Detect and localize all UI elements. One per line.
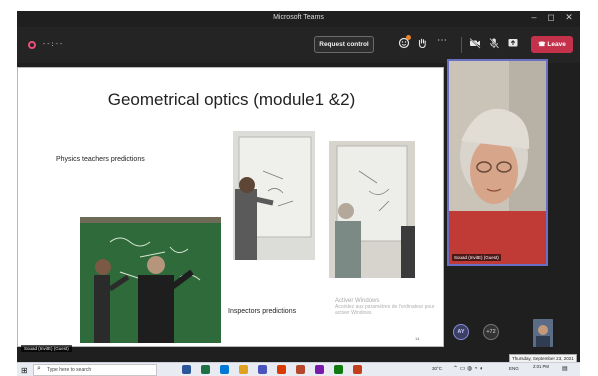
participant-video-tile[interactable]: Souad (InvitE) (Guest) bbox=[447, 59, 548, 266]
windows-start-icon[interactable]: ⊞ bbox=[21, 366, 28, 375]
taskbar-app-icon[interactable] bbox=[258, 365, 267, 374]
toolbar-divider bbox=[461, 37, 462, 53]
title-bar: Microsoft Teams – ◻ ✕ bbox=[17, 11, 580, 27]
participant-name-tag: Souad (InvitE) (Guest) bbox=[452, 254, 501, 261]
meeting-toolbar: --:-- Request control ⋯ ☎ Leave bbox=[17, 27, 580, 63]
leave-label: Leave bbox=[547, 41, 566, 48]
avatar[interactable]: AY bbox=[453, 324, 469, 340]
request-control-button[interactable]: Request control bbox=[314, 36, 374, 53]
slide-title: Geometrical optics (module1 &2) bbox=[107, 90, 356, 109]
weather-temperature[interactable]: 30°C bbox=[432, 366, 442, 371]
chalkboard-photo bbox=[80, 217, 221, 343]
participant-thumbnail[interactable] bbox=[533, 319, 553, 347]
close-icon[interactable]: ✕ bbox=[562, 12, 576, 23]
minimize-icon[interactable]: – bbox=[527, 12, 541, 22]
taskbar-app-icon[interactable] bbox=[239, 365, 248, 374]
reaction-badge bbox=[406, 35, 411, 40]
search-placeholder: Type here to search bbox=[47, 367, 92, 373]
teams-window: Microsoft Teams – ◻ ✕ --:-- Request cont… bbox=[17, 11, 580, 376]
shared-slide: Geometrical optics (module1 &2) Physics … bbox=[17, 67, 444, 347]
taskbar-app-icon[interactable] bbox=[220, 365, 229, 374]
search-icon: ⌕ bbox=[37, 365, 41, 372]
raise-hand-icon[interactable] bbox=[415, 37, 429, 52]
participant-strip: AY +72 bbox=[445, 316, 580, 356]
slide-page-number: 14 bbox=[415, 336, 420, 341]
clock-time: 2:01 PM bbox=[532, 364, 549, 369]
system-tray-icons[interactable]: ⌃ ▭ ◍ ◔ ◖ bbox=[453, 365, 483, 372]
recording-indicator-icon bbox=[28, 41, 36, 49]
mic-off-icon[interactable] bbox=[487, 37, 501, 52]
taskbar-app-icon[interactable] bbox=[296, 365, 305, 374]
taskbar-app-icon[interactable] bbox=[201, 365, 210, 374]
more-options-icon[interactable]: ⋯ bbox=[435, 35, 449, 46]
windows-taskbar: ⊞ ⌕ Type here to search 30°C ⌃ ▭ ◍ ◔ ◖ E… bbox=[17, 362, 580, 376]
activate-windows-watermark: Activer Windows Accédez aux paramètres d… bbox=[335, 298, 435, 316]
window-title: Microsoft Teams bbox=[273, 14, 324, 21]
more-participants-badge[interactable]: +72 bbox=[483, 324, 499, 340]
taskbar-app-icon[interactable] bbox=[315, 365, 324, 374]
leave-button[interactable]: ☎ Leave bbox=[531, 36, 573, 53]
presenter-name-tag: Souad (InvitE) (Guest) bbox=[21, 345, 72, 352]
taskbar-app-icon[interactable] bbox=[182, 365, 191, 374]
taskbar-clock[interactable]: 2:01 PM bbox=[531, 364, 551, 369]
camera-off-icon[interactable] bbox=[468, 37, 482, 52]
whiteboard-photo-2 bbox=[329, 141, 415, 278]
taskbar-app-icon[interactable] bbox=[334, 365, 343, 374]
taskbar-app-icon[interactable] bbox=[353, 365, 362, 374]
taskbar-search-box[interactable]: ⌕ Type here to search bbox=[33, 364, 157, 376]
notifications-icon[interactable]: ▤ bbox=[562, 365, 568, 372]
taskbar-app-icon[interactable] bbox=[277, 365, 286, 374]
whiteboard-photo-1 bbox=[233, 131, 315, 260]
participant-video-feed bbox=[449, 61, 546, 264]
maximize-icon[interactable]: ◻ bbox=[544, 12, 558, 23]
watermark-body-2: activer Windows. bbox=[335, 310, 373, 316]
meeting-timer: --:-- bbox=[42, 40, 64, 48]
slide-subtitle: Physics teachers predictions bbox=[56, 156, 145, 163]
share-tray-icon[interactable] bbox=[506, 37, 520, 52]
inspectors-predictions-label: Inspectors predictions bbox=[228, 308, 297, 315]
phone-hangup-icon: ☎ bbox=[538, 42, 546, 48]
language-indicator[interactable]: ENG bbox=[509, 366, 519, 371]
